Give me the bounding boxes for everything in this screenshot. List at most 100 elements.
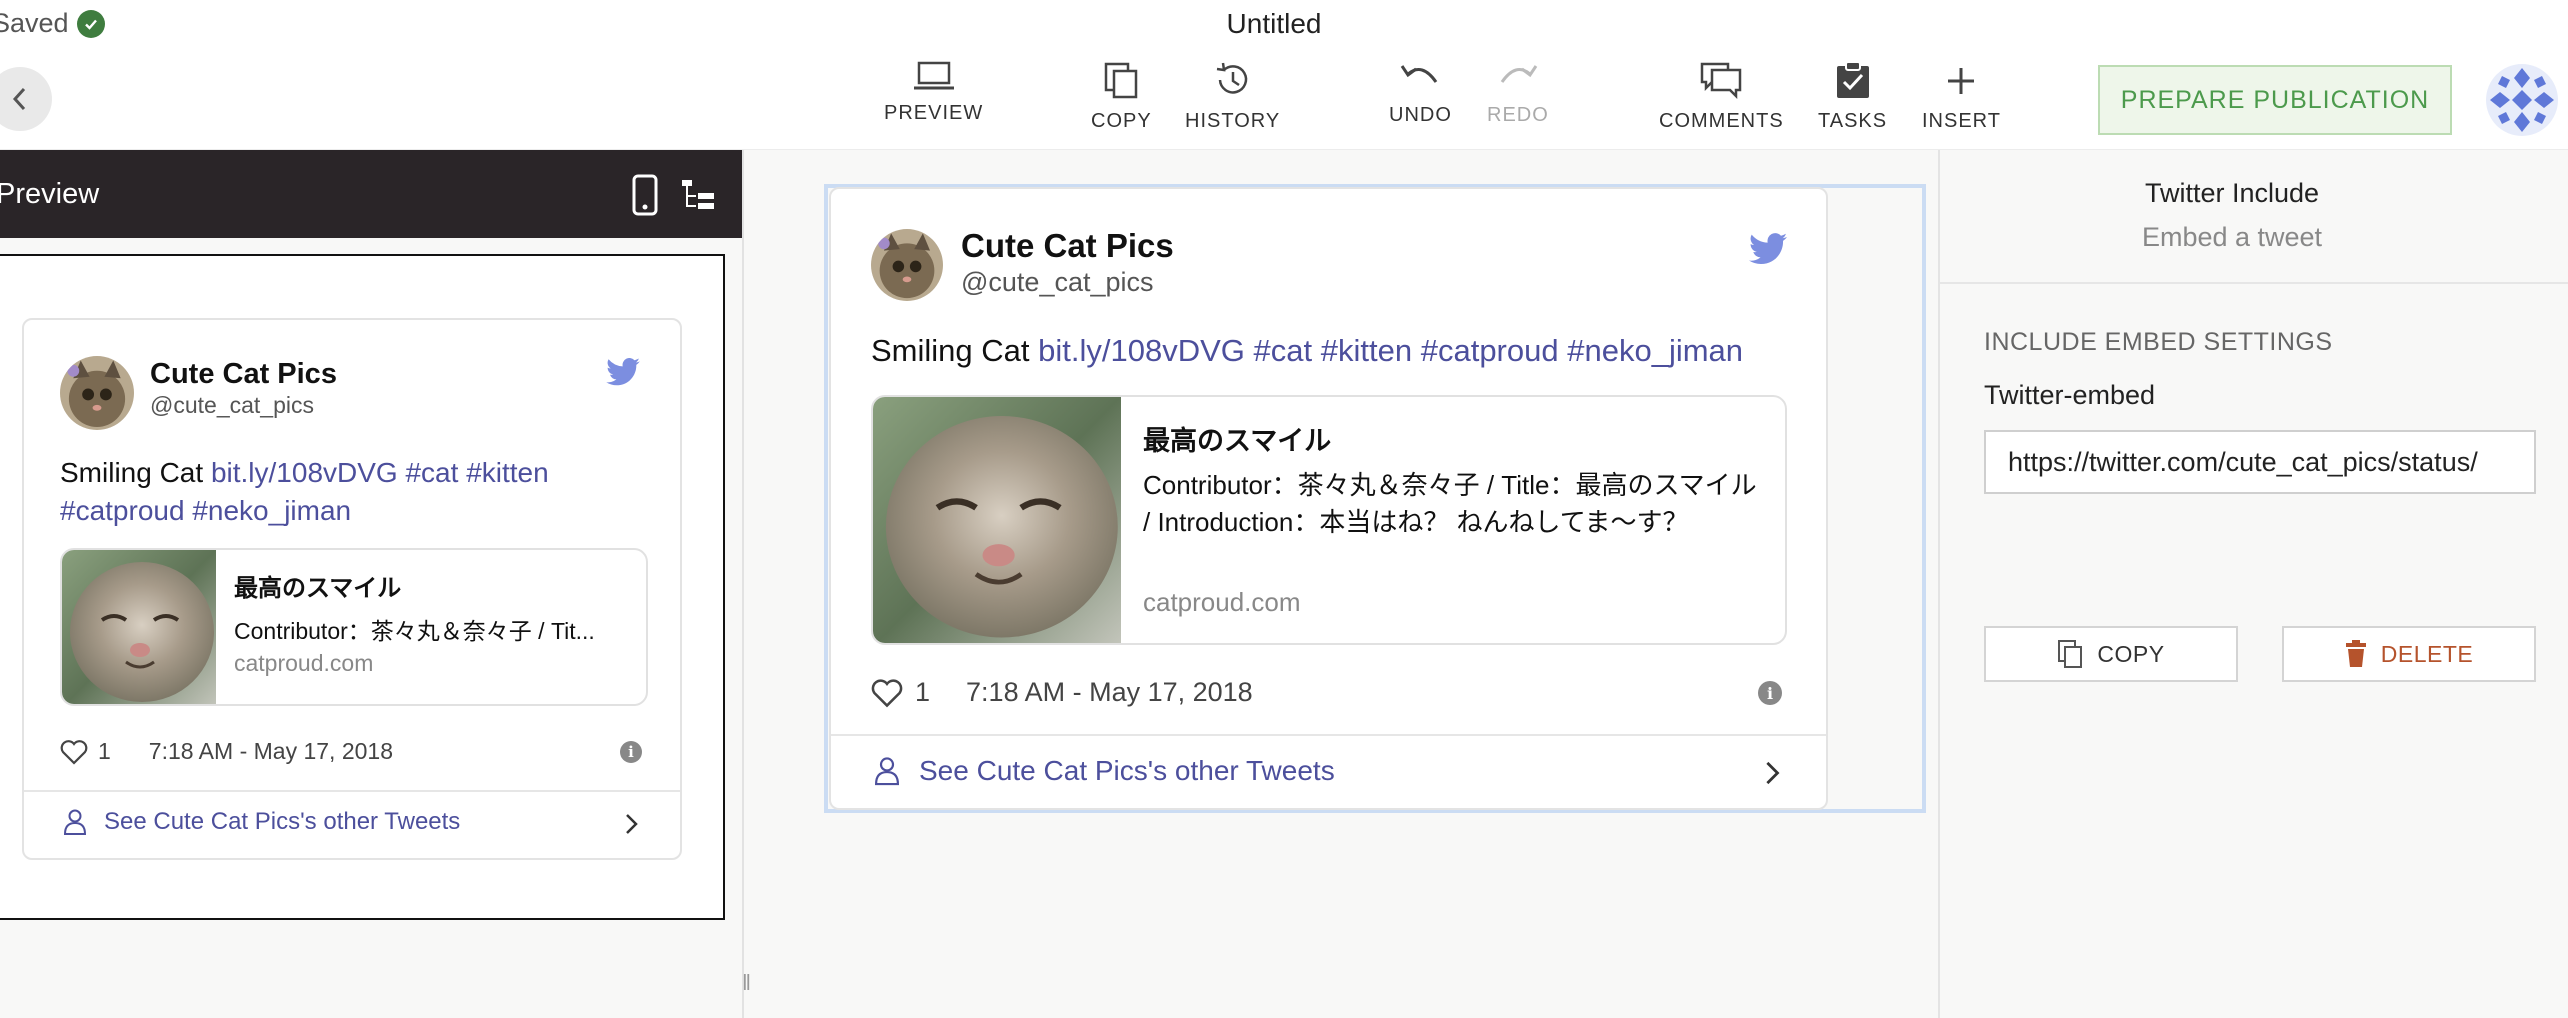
tweet-author-avatar — [60, 356, 134, 430]
tweet-short-link[interactable]: bit.ly/108vDVG — [1038, 333, 1245, 368]
chevron-right-icon[interactable] — [1764, 759, 1782, 787]
comments-label: COMMENTS — [1659, 110, 1784, 132]
info-icon[interactable]: i — [1758, 681, 1782, 705]
hashtag-catproud[interactable]: #catproud — [1421, 333, 1559, 368]
copy-icon — [2058, 640, 2083, 668]
tweet-text: Smiling Cat bit.ly/108vDVG #cat #kitten … — [871, 333, 1801, 369]
hashtag-cat[interactable]: #cat — [405, 457, 458, 488]
redo-icon — [1500, 65, 1538, 83]
twitter-bird-icon[interactable] — [1749, 233, 1787, 265]
tweet-text: Smiling Cat bit.ly/108vDVG #cat #kitten … — [60, 454, 640, 530]
undo-icon — [1401, 65, 1438, 83]
link-card-domain: catproud.com — [234, 650, 374, 676]
back-button[interactable] — [0, 67, 52, 131]
chevron-right-icon[interactable] — [624, 812, 640, 836]
canvas-tweet-embed[interactable]: Cute Cat Pics @cute_cat_pics Smiling Cat… — [829, 187, 1828, 810]
cat-photo-thumbnail — [873, 397, 1121, 643]
twitter-bird-icon[interactable] — [606, 358, 640, 386]
tasks-label: TASKS — [1818, 110, 1888, 132]
history-icon — [1216, 62, 1247, 94]
twitter-embed-label: Twitter-embed — [1984, 380, 2156, 410]
tweet-link-card[interactable]: 最高のスマイル Contributor：茶々丸＆奈々子 / Title：最高のス… — [871, 395, 1787, 645]
sidebar-subtitle: Embed a tweet — [2141, 222, 2323, 252]
tweet-short-link[interactable]: bit.ly/108vDVG — [211, 457, 398, 488]
tweet-text-plain: Smiling Cat — [60, 457, 204, 488]
history-button[interactable]: HISTORY — [1185, 60, 1280, 133]
preview-button[interactable]: PREVIEW — [884, 60, 983, 125]
tweet-author-avatar — [871, 229, 943, 301]
tweet-meta: 1 7:18 AM - May 17, 2018 — [871, 677, 1253, 708]
link-card-domain: catproud.com — [1143, 587, 1301, 617]
pattern-avatar-icon — [2486, 64, 2558, 136]
prepare-publication-button[interactable]: PREPARE PUBLICATION — [2098, 65, 2452, 135]
hashtag-cat[interactable]: #cat — [1254, 333, 1313, 368]
hashtag-neko-jiman[interactable]: #neko_jiman — [1567, 333, 1743, 368]
chevron-left-icon — [12, 87, 26, 111]
link-card-description: Contributor：茶々丸＆奈々子 / Title：最高のスマイル / In… — [1143, 470, 1757, 537]
delete-include-label: DELETE — [2380, 640, 2474, 667]
link-card-description: Contributor：茶々丸＆奈々子 / Tit... — [234, 618, 595, 644]
tweet-author-handle[interactable]: @cute_cat_pics — [150, 392, 314, 419]
preview-frame: Cute Cat Pics @cute_cat_pics Smiling Cat… — [0, 254, 725, 920]
other-tweets-link[interactable]: See Cute Cat Pics's other Tweets — [64, 808, 460, 836]
link-card-title: 最高のスマイル — [1143, 426, 1332, 456]
info-icon[interactable]: i — [620, 741, 642, 763]
like-count: 1 — [98, 738, 111, 764]
comments-icon — [1701, 62, 1742, 100]
tweet-link-card[interactable]: 最高のスマイル Contributor：茶々丸＆奈々子 / Tit... cat… — [60, 548, 648, 706]
history-label: HISTORY — [1185, 110, 1281, 132]
like-count: 1 — [915, 677, 931, 707]
heart-icon[interactable] — [871, 678, 903, 708]
tree-structure-icon[interactable] — [680, 178, 720, 212]
tasks-button[interactable]: TASKS — [1818, 60, 1887, 133]
link-card-title: 最高のスマイル — [234, 575, 402, 602]
trash-icon — [2345, 640, 2366, 667]
tweet-author-handle[interactable]: @cute_cat_pics — [961, 267, 1154, 298]
copy-icon — [1105, 62, 1138, 99]
person-icon — [64, 809, 86, 835]
hashtag-catproud[interactable]: #catproud — [60, 495, 185, 526]
include-settings-sidebar: Twitter Include Embed a tweet INCLUDE EM… — [1938, 150, 2568, 1018]
other-tweets-label: See Cute Cat Pics's other Tweets — [104, 808, 461, 835]
settings-section-heading: INCLUDE EMBED SETTINGS — [1984, 328, 2333, 356]
other-tweets-label: See Cute Cat Pics's other Tweets — [919, 755, 1335, 786]
hashtag-neko-jiman[interactable]: #neko_jiman — [192, 495, 351, 526]
hashtag-kitten[interactable]: #kitten — [466, 457, 549, 488]
plus-icon — [1948, 68, 1975, 94]
copy-toolbar-button[interactable]: COPY — [1091, 60, 1152, 133]
tweet-divider — [831, 734, 1826, 736]
tweet-timestamp[interactable]: 7:18 AM - May 17, 2018 — [149, 738, 393, 765]
laptop-icon — [913, 61, 954, 90]
tweet-text-plain: Smiling Cat — [871, 333, 1030, 368]
sidebar-title: Twitter Include — [2144, 178, 2320, 208]
tweet-meta: 1 7:18 AM - May 17, 2018 — [60, 738, 393, 765]
copy-label: COPY — [1091, 110, 1152, 132]
other-tweets-link[interactable]: See Cute Cat Pics's other Tweets — [875, 755, 1335, 787]
tweet-author-name[interactable]: Cute Cat Pics — [961, 227, 1174, 265]
clipboard-check-icon — [1836, 61, 1869, 98]
user-avatar[interactable] — [2486, 64, 2558, 136]
tweet-author-name[interactable]: Cute Cat Pics — [150, 358, 337, 391]
preview-label: PREVIEW — [884, 102, 984, 124]
copy-include-label: COPY — [2097, 640, 2165, 667]
tweet-timestamp[interactable]: 7:18 AM - May 17, 2018 — [966, 677, 1253, 708]
document-title[interactable]: Untitled — [0, 8, 2548, 40]
redo-button[interactable]: REDO — [1487, 60, 1549, 127]
heart-icon[interactable] — [60, 739, 88, 765]
cat-photo-thumbnail — [62, 550, 216, 704]
redo-label: REDO — [1487, 104, 1549, 126]
hashtag-kitten[interactable]: #kitten — [1321, 333, 1412, 368]
copy-include-button[interactable]: COPY — [1984, 626, 2238, 682]
delete-include-button[interactable]: DELETE — [2282, 626, 2536, 682]
preview-tweet-embed[interactable]: Cute Cat Pics @cute_cat_pics Smiling Cat… — [22, 318, 682, 860]
undo-label: UNDO — [1389, 104, 1452, 126]
person-icon — [875, 757, 899, 786]
mobile-phone-icon[interactable] — [630, 174, 660, 216]
preview-panel-title: Preview — [0, 178, 100, 210]
panel-resize-handle[interactable]: ‖ — [742, 970, 754, 1000]
tweet-divider — [24, 790, 680, 792]
undo-button[interactable]: UNDO — [1389, 60, 1452, 127]
twitter-embed-url-input[interactable] — [1984, 430, 2536, 494]
comments-button[interactable]: COMMENTS — [1659, 60, 1784, 133]
insert-button[interactable]: INSERT — [1922, 60, 2001, 133]
